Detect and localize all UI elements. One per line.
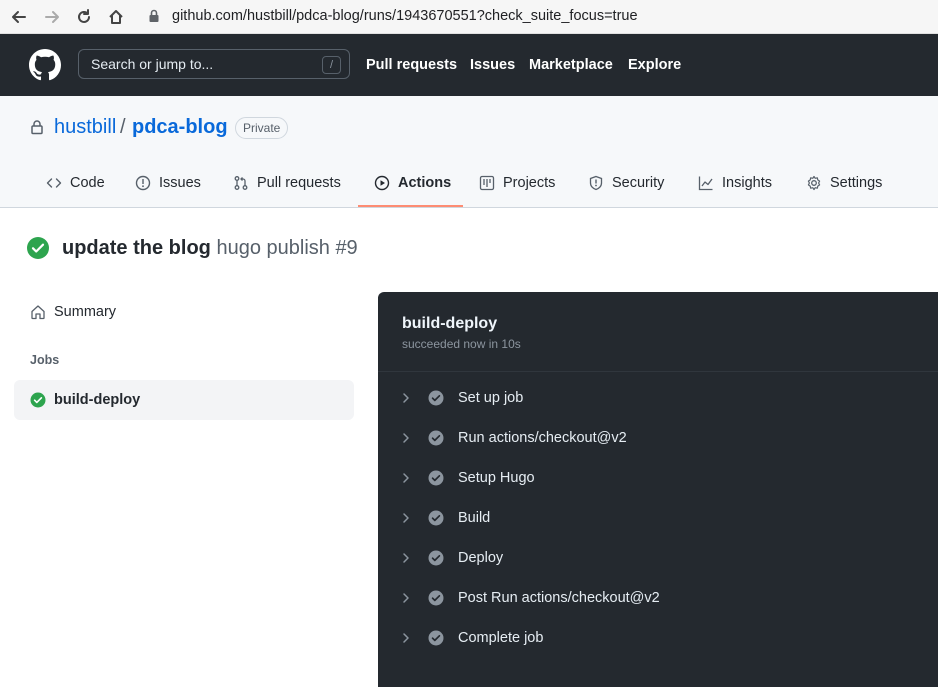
arrow-left-icon <box>12 11 26 23</box>
nav-explore[interactable]: Explore <box>628 57 681 73</box>
graph-icon <box>698 175 714 191</box>
check-circle-icon <box>428 430 444 446</box>
repo-name-link[interactable]: pdca-blog <box>132 116 228 139</box>
visibility-badge: Private <box>235 117 289 139</box>
lock-icon <box>31 120 43 135</box>
chevron-right-icon <box>398 630 414 646</box>
home-icon <box>109 10 123 24</box>
reload-button[interactable] <box>72 5 96 29</box>
chevron-right-icon <box>398 550 414 566</box>
check-circle-icon <box>30 392 46 408</box>
step-row[interactable]: Post Run actions/checkout@v2 <box>398 581 918 615</box>
lock-icon <box>149 9 159 22</box>
summary-link[interactable]: Summary <box>14 295 354 329</box>
step-label: Set up job <box>458 390 524 406</box>
home-button[interactable] <box>104 5 128 29</box>
run-workflow-name: hugo publish #9 <box>216 237 358 259</box>
tab-label: Code <box>70 175 105 191</box>
repo-header: hustbill / pdca-blog Private Code Issues… <box>0 96 938 208</box>
page-title: update the blog hugo publish #9 <box>62 237 358 260</box>
check-circle-icon <box>428 630 444 646</box>
step-label: Post Run actions/checkout@v2 <box>458 590 660 606</box>
tab-insights[interactable]: Insights <box>698 166 772 208</box>
summary-label: Summary <box>54 304 117 320</box>
address-bar[interactable]: github.com/hustbill/pdca-blog/runs/19436… <box>172 8 638 24</box>
run-title: update the blog <box>62 237 211 259</box>
check-circle-icon <box>428 510 444 526</box>
tab-actions[interactable]: Actions <box>374 166 451 208</box>
chevron-right-icon <box>398 430 414 446</box>
arrow-right-icon <box>45 11 59 23</box>
tab-projects[interactable]: Projects <box>479 166 555 208</box>
nav-pull-requests[interactable]: Pull requests <box>366 57 457 73</box>
tab-pull-requests[interactable]: Pull requests <box>233 166 341 208</box>
pull-request-icon <box>233 175 249 191</box>
play-icon <box>374 175 390 191</box>
tab-label: Pull requests <box>257 175 341 191</box>
tab-label: Actions <box>398 175 452 191</box>
jobs-heading: Jobs <box>30 353 60 367</box>
github-logo-icon[interactable] <box>29 49 61 81</box>
job-status-text: succeeded now in 10s <box>402 337 521 351</box>
job-log-panel: build-deploy succeeded now in 10s Set up… <box>378 292 938 687</box>
chevron-right-icon <box>398 590 414 606</box>
check-circle-icon <box>27 237 49 259</box>
forward-button[interactable] <box>40 5 64 29</box>
browser-toolbar: github.com/hustbill/pdca-blog/runs/19436… <box>0 0 938 34</box>
tab-security[interactable]: Security <box>588 166 664 208</box>
step-row[interactable]: Run actions/checkout@v2 <box>398 421 918 455</box>
job-label: build-deploy <box>54 392 141 408</box>
tab-label: Settings <box>830 175 883 191</box>
check-circle-icon <box>428 470 444 486</box>
gear-icon <box>806 175 822 191</box>
search-placeholder: Search or jump to... <box>91 56 214 72</box>
tab-settings[interactable]: Settings <box>806 166 882 208</box>
chevron-right-icon <box>398 510 414 526</box>
step-row[interactable]: Setup Hugo <box>398 461 918 495</box>
chevron-right-icon <box>398 470 414 486</box>
reload-icon <box>78 9 90 23</box>
step-label: Build <box>458 510 491 526</box>
repo-owner-link[interactable]: hustbill <box>54 116 116 139</box>
back-button[interactable] <box>7 5 31 29</box>
job-item-build-deploy[interactable]: build-deploy <box>14 380 354 420</box>
step-row[interactable]: Build <box>398 501 918 535</box>
issue-icon <box>135 175 151 191</box>
tab-label: Insights <box>722 175 772 191</box>
code-icon <box>46 175 62 191</box>
step-label: Complete job <box>458 630 544 646</box>
repo-separator: / <box>120 116 126 138</box>
tab-issues[interactable]: Issues <box>135 166 201 208</box>
step-label: Deploy <box>458 550 504 566</box>
step-label: Setup Hugo <box>458 470 535 486</box>
search-shortcut-key: / <box>322 56 341 74</box>
nav-issues[interactable]: Issues <box>470 57 515 73</box>
github-header: Search or jump to... / Pull requests Iss… <box>0 34 938 96</box>
tab-label: Security <box>612 175 665 191</box>
home-icon <box>31 305 45 320</box>
check-circle-icon <box>428 390 444 406</box>
search-input[interactable]: Search or jump to... / <box>78 49 350 79</box>
step-row[interactable]: Complete job <box>398 621 918 655</box>
chevron-right-icon <box>398 390 414 406</box>
tab-label: Projects <box>503 175 556 191</box>
job-log-header: build-deploy succeeded now in 10s <box>378 292 938 372</box>
check-circle-icon <box>428 590 444 606</box>
step-row[interactable]: Set up job <box>398 381 918 415</box>
active-tab-indicator <box>358 205 463 207</box>
shield-icon <box>588 175 604 191</box>
step-row[interactable]: Deploy <box>398 541 918 575</box>
project-icon <box>479 175 495 191</box>
tab-label: Issues <box>159 175 201 191</box>
step-label: Run actions/checkout@v2 <box>458 430 627 446</box>
nav-marketplace[interactable]: Marketplace <box>529 57 613 73</box>
check-circle-icon <box>428 550 444 566</box>
tab-code[interactable]: Code <box>46 166 105 208</box>
job-title: build-deploy <box>402 315 498 332</box>
